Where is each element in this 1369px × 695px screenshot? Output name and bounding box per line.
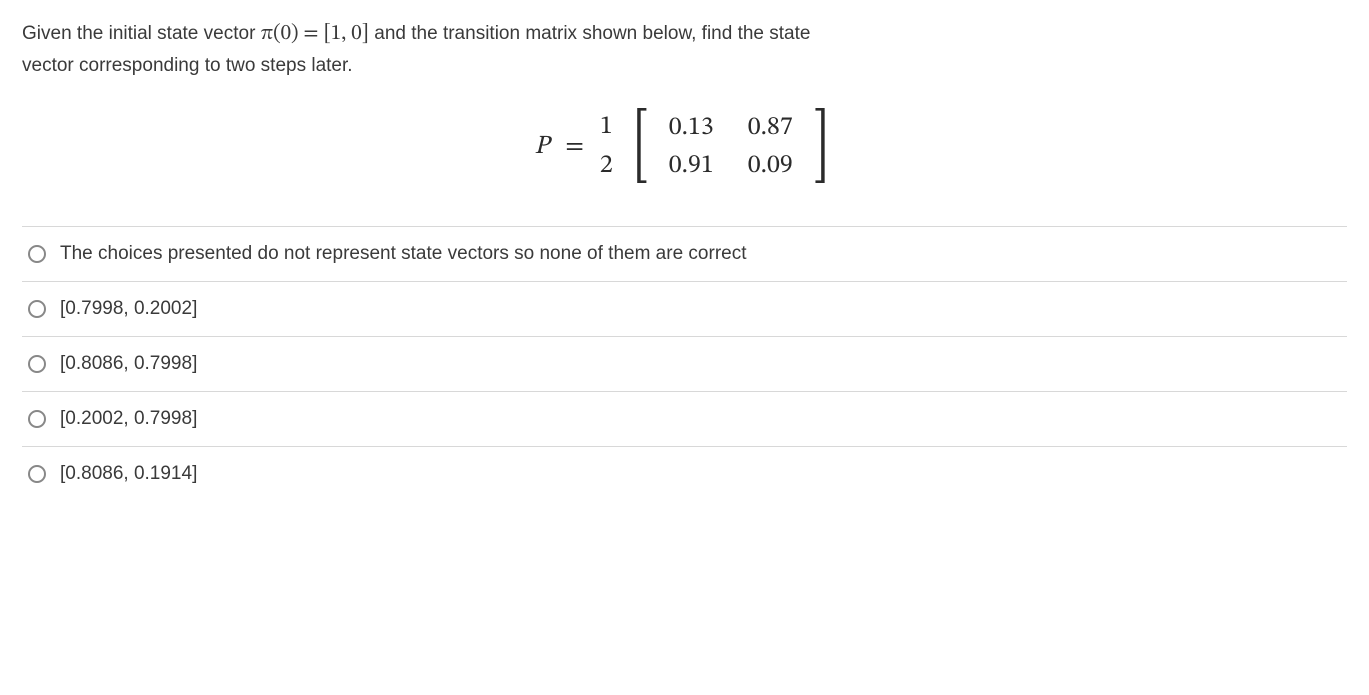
answer-options: The choices presented do not represent s… [22, 226, 1347, 501]
radio-icon [28, 245, 46, 263]
option-2[interactable]: [0.7998, 0.2002] [22, 282, 1347, 337]
option-label: [0.2002, 0.7998] [60, 408, 197, 430]
option-label: The choices presented do not represent s… [60, 243, 747, 265]
option-label: [0.8086, 0.7998] [60, 353, 197, 375]
question-line2: vector corresponding to two steps later. [22, 55, 353, 76]
option-3[interactable]: [0.8086, 0.7998] [22, 337, 1347, 392]
option-5[interactable]: [0.8086, 0.1914] [22, 447, 1347, 501]
initial-state-expression: π(0) = [1, 0] [261, 23, 369, 44]
equals-sign: = [565, 134, 584, 160]
radio-icon [28, 465, 46, 483]
matrix-row-labels: 1 2 [600, 108, 613, 186]
radio-icon [28, 300, 46, 318]
right-bracket: ] [813, 108, 828, 186]
cell-21: 0.91 [669, 153, 714, 179]
cell-11: 0.13 [669, 115, 714, 141]
option-1[interactable]: The choices presented do not represent s… [22, 227, 1347, 282]
cell-22: 0.09 [748, 153, 793, 179]
row-label-1: 1 [600, 108, 613, 146]
row-label-2: 2 [600, 147, 613, 185]
left-bracket: [ [633, 108, 648, 186]
option-label: [0.7998, 0.2002] [60, 298, 197, 320]
question-suffix: and the transition matrix shown below, f… [374, 23, 810, 44]
question-stem: Given the initial state vector π(0) = [1… [22, 18, 1347, 80]
radio-icon [28, 410, 46, 428]
cell-12: 0.87 [748, 115, 793, 141]
question-prefix: Given the initial state vector [22, 23, 261, 44]
option-label: [0.8086, 0.1914] [60, 463, 197, 485]
transition-matrix: P = 1 2 [ 0.13 0.87 0.91 0.09 ] [22, 108, 1347, 186]
radio-icon [28, 355, 46, 373]
matrix-cells: 0.13 0.87 0.91 0.09 [667, 111, 795, 183]
matrix-lhs: P [534, 134, 549, 160]
option-4[interactable]: [0.2002, 0.7998] [22, 392, 1347, 447]
